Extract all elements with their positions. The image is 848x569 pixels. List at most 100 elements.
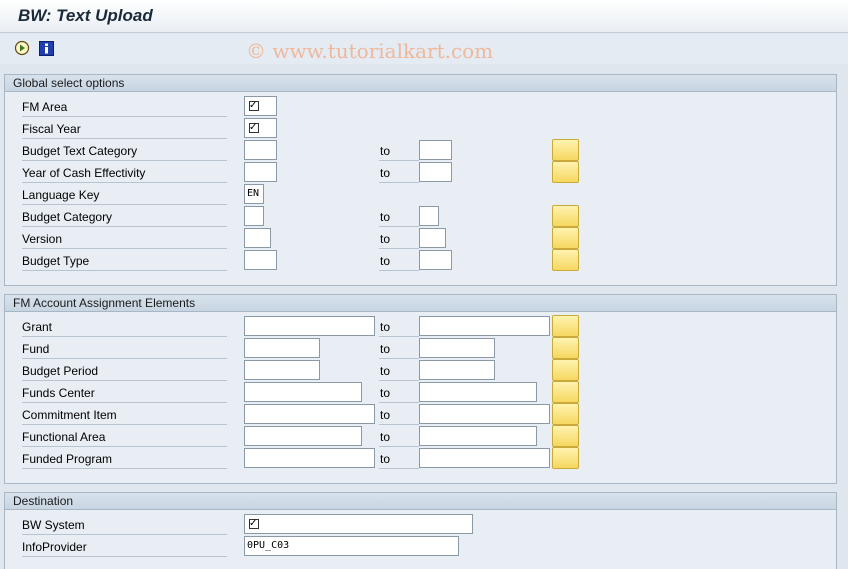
functional-area-label: Functional Area bbox=[22, 428, 227, 447]
fund-from-input[interactable] bbox=[244, 338, 320, 358]
fund-row: Fund to bbox=[5, 337, 836, 359]
budget-category-to-input[interactable] bbox=[419, 206, 439, 226]
budget-period-row: Budget Period to bbox=[5, 359, 836, 381]
fm-area-row: FM Area ✓ bbox=[5, 95, 836, 117]
functional-area-to-input[interactable] bbox=[419, 426, 537, 446]
budget-text-category-row: Budget Text Category to bbox=[5, 139, 836, 161]
multiple-selection-button[interactable] bbox=[552, 315, 579, 337]
budget-text-category-to-input[interactable] bbox=[419, 140, 452, 160]
budget-period-from-input[interactable] bbox=[244, 360, 320, 380]
multiple-selection-button[interactable] bbox=[552, 425, 579, 447]
grant-label: Grant bbox=[22, 318, 227, 337]
checkmark-icon: ✓ bbox=[249, 122, 258, 133]
checkmark-icon: ✓ bbox=[249, 518, 258, 529]
grant-to-input[interactable] bbox=[419, 316, 550, 336]
group-header: Global select options bbox=[5, 75, 836, 92]
budget-category-label: Budget Category bbox=[22, 208, 227, 227]
fm-account-assignment-group: FM Account Assignment Elements Grant to … bbox=[4, 294, 837, 484]
infoprovider-input[interactable]: 0PU_C03 bbox=[244, 536, 459, 556]
language-key-input[interactable]: EN bbox=[244, 184, 264, 204]
funded-program-label: Funded Program bbox=[22, 450, 227, 469]
multiple-selection-button[interactable] bbox=[552, 447, 579, 469]
funded-program-row: Funded Program to bbox=[5, 447, 836, 469]
grant-row: Grant to bbox=[5, 315, 836, 337]
funds-center-row: Funds Center to bbox=[5, 381, 836, 403]
commitment-item-row: Commitment Item to bbox=[5, 403, 836, 425]
fiscal-year-checkbox[interactable]: ✓ bbox=[244, 118, 277, 138]
multiple-selection-button[interactable] bbox=[552, 403, 579, 425]
fiscal-year-row: Fiscal Year ✓ bbox=[5, 117, 836, 139]
version-row: Version to bbox=[5, 227, 836, 249]
to-label: to bbox=[379, 340, 419, 359]
to-label: to bbox=[379, 164, 419, 183]
budget-type-row: Budget Type to bbox=[5, 249, 836, 271]
funds-center-to-input[interactable] bbox=[419, 382, 537, 402]
commitment-item-to-input[interactable] bbox=[419, 404, 550, 424]
bw-system-label: BW System bbox=[22, 516, 227, 535]
multiple-selection-button[interactable] bbox=[552, 227, 579, 249]
info-icon[interactable] bbox=[38, 40, 54, 56]
to-label: to bbox=[379, 252, 419, 271]
budget-period-label: Budget Period bbox=[22, 362, 227, 381]
multiple-selection-button[interactable] bbox=[552, 249, 579, 271]
fund-to-input[interactable] bbox=[419, 338, 495, 358]
functional-area-from-input[interactable] bbox=[244, 426, 362, 446]
commitment-item-label: Commitment Item bbox=[22, 406, 227, 425]
funds-center-label: Funds Center bbox=[22, 384, 227, 403]
fund-label: Fund bbox=[22, 340, 227, 359]
fm-area-label: FM Area bbox=[22, 98, 227, 117]
infoprovider-label: InfoProvider bbox=[22, 538, 227, 557]
budget-category-row: Budget Category to bbox=[5, 205, 836, 227]
multiple-selection-button[interactable] bbox=[552, 337, 579, 359]
to-label: to bbox=[379, 428, 419, 447]
multiple-selection-button[interactable] bbox=[552, 381, 579, 403]
multiple-selection-button[interactable] bbox=[552, 205, 579, 227]
budget-type-from-input[interactable] bbox=[244, 250, 277, 270]
to-label: to bbox=[379, 208, 419, 227]
application-toolbar: © www.tutorialkart.com bbox=[0, 34, 848, 64]
funded-program-to-input[interactable] bbox=[419, 448, 550, 468]
year-cash-effectivity-row: Year of Cash Effectivity to bbox=[5, 161, 836, 183]
to-label: to bbox=[379, 384, 419, 403]
funded-program-from-input[interactable] bbox=[244, 448, 375, 468]
bw-system-checkbox[interactable]: ✓ bbox=[244, 514, 473, 534]
checkmark-icon: ✓ bbox=[249, 100, 258, 111]
global-select-options-group: Global select options FM Area ✓ Fiscal Y… bbox=[4, 74, 837, 286]
version-label: Version bbox=[22, 230, 227, 249]
to-label: to bbox=[379, 142, 419, 161]
budget-category-from-input[interactable] bbox=[244, 206, 264, 226]
multiple-selection-button[interactable] bbox=[552, 161, 579, 183]
budget-type-label: Budget Type bbox=[22, 252, 227, 271]
language-key-row: Language Key EN bbox=[5, 183, 836, 205]
group-header: Destination bbox=[5, 493, 836, 510]
commitment-item-from-input[interactable] bbox=[244, 404, 375, 424]
to-label: to bbox=[379, 230, 419, 249]
year-cash-effectivity-to-input[interactable] bbox=[419, 162, 452, 182]
version-from-input[interactable] bbox=[244, 228, 271, 248]
fm-area-checkbox[interactable]: ✓ bbox=[244, 96, 277, 116]
fiscal-year-label: Fiscal Year bbox=[22, 120, 227, 139]
destination-group: Destination BW System ✓ InfoProvider 0PU… bbox=[4, 492, 837, 569]
version-to-input[interactable] bbox=[419, 228, 446, 248]
budget-period-to-input[interactable] bbox=[419, 360, 495, 380]
window-title: BW: Text Upload bbox=[18, 6, 153, 25]
year-cash-effectivity-from-input[interactable] bbox=[244, 162, 277, 182]
to-label: to bbox=[379, 406, 419, 425]
execute-icon[interactable] bbox=[14, 40, 30, 56]
multiple-selection-button[interactable] bbox=[552, 359, 579, 381]
watermark-text: © www.tutorialkart.com bbox=[246, 39, 494, 63]
infoprovider-row: InfoProvider 0PU_C03 bbox=[5, 535, 836, 557]
budget-text-category-label: Budget Text Category bbox=[22, 142, 227, 161]
grant-from-input[interactable] bbox=[244, 316, 375, 336]
title-bar: BW: Text Upload bbox=[0, 0, 848, 33]
to-label: to bbox=[379, 362, 419, 381]
bw-system-row: BW System ✓ bbox=[5, 513, 836, 535]
multiple-selection-button[interactable] bbox=[552, 139, 579, 161]
group-header: FM Account Assignment Elements bbox=[5, 295, 836, 312]
budget-text-category-from-input[interactable] bbox=[244, 140, 277, 160]
to-label: to bbox=[379, 450, 419, 469]
funds-center-from-input[interactable] bbox=[244, 382, 362, 402]
to-label: to bbox=[379, 318, 419, 337]
budget-type-to-input[interactable] bbox=[419, 250, 452, 270]
functional-area-row: Functional Area to bbox=[5, 425, 836, 447]
